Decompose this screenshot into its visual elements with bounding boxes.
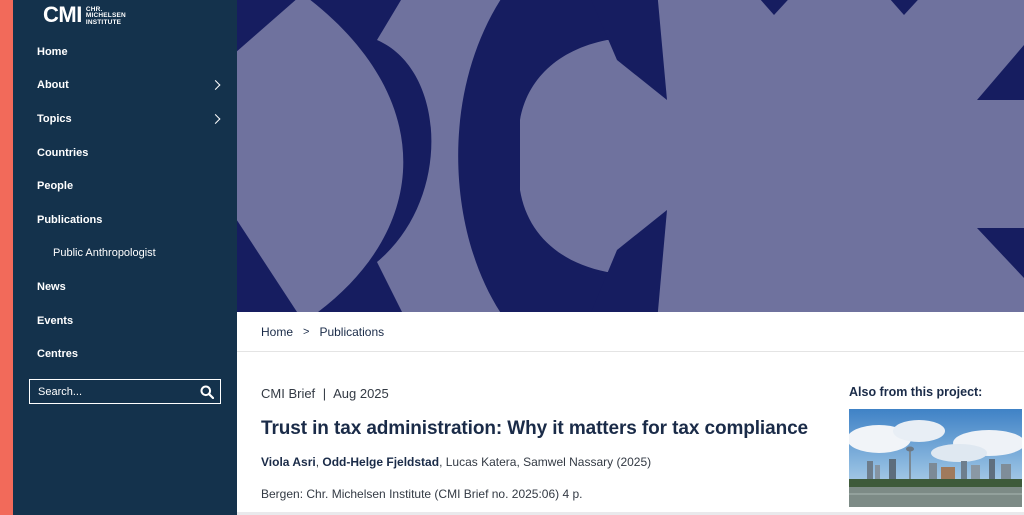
authors-rest: , Lucas Katera, Samwel Nassary (2025): [439, 455, 652, 469]
nav-item-publications[interactable]: Publications: [13, 203, 237, 237]
nav-item-label: People: [37, 180, 74, 193]
hero-banner: [237, 0, 1024, 312]
nav-item-public-anthropologist[interactable]: Public Anthropologist: [13, 237, 237, 271]
nav-item-label: News: [37, 280, 66, 293]
city-skyline-image: [849, 409, 1022, 507]
authors: Viola Asri, Odd-Helge Fjeldstad, Lucas K…: [261, 455, 652, 469]
publication-info: Bergen: Chr. Michelsen Institute (CMI Br…: [261, 487, 583, 501]
author-link[interactable]: Odd-Helge Fjeldstad: [322, 455, 439, 469]
breadcrumb-home[interactable]: Home: [261, 325, 293, 339]
nav-item-countries[interactable]: Countries: [13, 136, 237, 170]
nav-item-label: About: [37, 79, 69, 92]
breadcrumb-publications[interactable]: Publications: [319, 325, 384, 339]
hero-pattern: [237, 0, 1024, 312]
cmi-logo[interactable]: CMI CHR. MICHELSEN INSTITUTE: [43, 2, 136, 26]
breadcrumb-separator: >: [303, 325, 310, 338]
meta-divider: |: [322, 386, 327, 401]
publication-date: Aug 2025: [333, 386, 389, 401]
main-nav: Home About Topics Countries People Publi…: [13, 35, 237, 371]
related-project-image[interactable]: [849, 409, 1022, 507]
chevron-right-icon[interactable]: [210, 80, 221, 91]
publication-meta: CMI Brief | Aug 2025: [261, 386, 389, 401]
nav-item-centres[interactable]: Centres: [13, 337, 237, 371]
sidebar: CMI CHR. MICHELSEN INSTITUTE Home About …: [13, 0, 237, 515]
nav-item-about[interactable]: About: [13, 69, 237, 103]
nav-item-label: Home: [37, 45, 68, 58]
nav-item-topics[interactable]: Topics: [13, 102, 237, 136]
nav-item-events[interactable]: Events: [13, 304, 237, 338]
logo-subtitle: CHR. MICHELSEN INSTITUTE: [85, 5, 126, 26]
nav-item-label: Countries: [37, 146, 89, 159]
breadcrumb: Home > Publications: [237, 312, 1024, 352]
page-title: Trust in tax administration: Why it matt…: [261, 418, 809, 439]
author-link[interactable]: Viola Asri: [261, 455, 316, 469]
nav-item-home[interactable]: Home: [13, 35, 237, 69]
nav-item-label: Events: [37, 314, 74, 327]
logo-mark: CMI: [43, 2, 82, 27]
search-icon[interactable]: [200, 385, 214, 399]
accent-stripe: [0, 0, 13, 515]
nav-item-people[interactable]: People: [13, 169, 237, 203]
search-input[interactable]: [38, 385, 198, 398]
related-project-heading: Also from this project:: [849, 385, 983, 399]
nav-item-label: Topics: [37, 112, 72, 125]
nav-item-label: Publications: [37, 213, 103, 226]
publication-type: CMI Brief: [261, 386, 316, 401]
nav-item-label: Public Anthropologist: [53, 247, 156, 260]
search-box: [29, 379, 221, 404]
nav-item-label: Centres: [37, 348, 78, 361]
nav-item-news[interactable]: News: [13, 270, 237, 304]
chevron-right-icon[interactable]: [210, 114, 221, 124]
